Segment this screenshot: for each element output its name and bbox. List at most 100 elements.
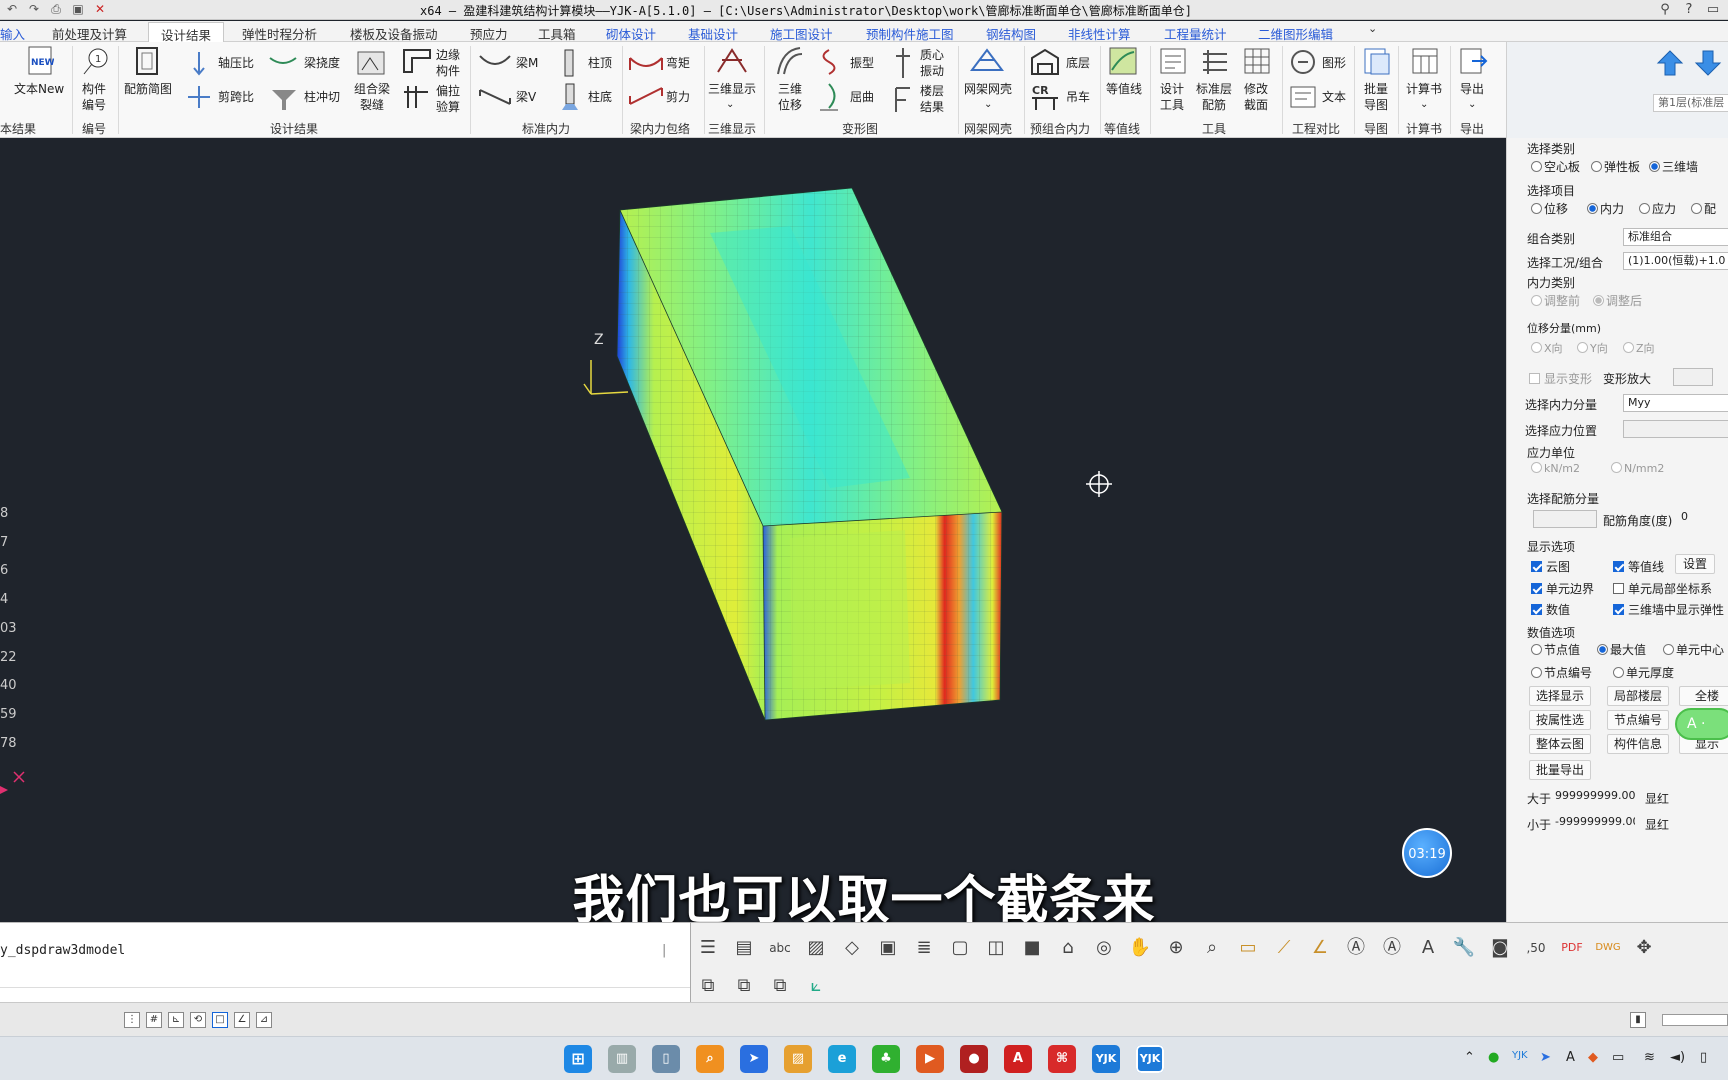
menu-prestress[interactable]: 预应力 bbox=[470, 24, 508, 43]
bottom-floor-button[interactable]: 底层 bbox=[1066, 56, 1090, 70]
edge-member-label-1[interactable]: 边缘 bbox=[436, 48, 460, 62]
ruler-icon[interactable]: ⟋ bbox=[1271, 935, 1297, 961]
force-comp-select[interactable]: Myy bbox=[1623, 394, 1728, 412]
zoom-slider[interactable] bbox=[1662, 1014, 1728, 1026]
command-scroll-icon[interactable]: | bbox=[662, 943, 666, 958]
batch-export-button[interactable]: 批量导出 bbox=[1529, 760, 1591, 780]
compare-text-button[interactable]: 文本 bbox=[1322, 90, 1346, 104]
display-3d-dropdown-icon[interactable]: ⌄ bbox=[726, 98, 734, 112]
radio-before-adjust[interactable]: 调整前 bbox=[1531, 292, 1580, 309]
radio-after-adjust[interactable]: 调整后 bbox=[1593, 292, 1642, 309]
beam-v-button[interactable]: 梁V bbox=[516, 90, 536, 104]
beam-deflection-button[interactable]: 梁挠度 bbox=[304, 56, 340, 70]
image-icon[interactable]: ▨ bbox=[803, 935, 829, 961]
list-icon[interactable]: ☰ bbox=[695, 935, 721, 961]
contour-checkbox[interactable]: 等值线 bbox=[1613, 558, 1664, 575]
settings-button[interactable]: 设置 bbox=[1675, 554, 1715, 574]
radio-elastic-slab[interactable]: 弹性板 bbox=[1591, 158, 1640, 175]
pin-icon[interactable]: ⚲ bbox=[1656, 2, 1674, 18]
wifi-icon[interactable]: ≋ bbox=[1644, 1050, 1655, 1065]
measure-icon[interactable]: ▭ bbox=[1235, 935, 1261, 961]
design-tool-label-2[interactable]: 工具 bbox=[1160, 98, 1184, 112]
yjk-icon[interactable]: YJK bbox=[1092, 1045, 1120, 1073]
mass-center-label-1[interactable]: 质心 bbox=[920, 48, 944, 62]
angle-toggle-icon[interactable]: ∠ bbox=[234, 1012, 250, 1028]
eccentric-tension-label-1[interactable]: 偏拉 bbox=[436, 84, 460, 98]
mode-shape-button[interactable]: 振型 bbox=[850, 56, 874, 70]
menu-nonlinear[interactable]: 非线性计算 bbox=[1068, 24, 1131, 43]
radio-disp-z[interactable]: Z向 bbox=[1623, 340, 1655, 356]
buckling-button[interactable]: 屈曲 bbox=[850, 90, 874, 104]
deform-scale-input[interactable] bbox=[1673, 368, 1713, 386]
contour-button[interactable]: 等值线 bbox=[1106, 82, 1142, 96]
component-number-label-1[interactable]: 构件 bbox=[82, 82, 106, 96]
std-floor-rebar-label-2[interactable]: 配筋 bbox=[1202, 98, 1226, 112]
cube-solid-icon[interactable]: ■ bbox=[1019, 935, 1045, 961]
track-toggle-icon[interactable]: ⊿ bbox=[256, 1012, 272, 1028]
menu-design-result[interactable]: 设计结果 bbox=[148, 22, 225, 43]
menu-drawing[interactable]: 施工图设计 bbox=[770, 24, 833, 43]
export-dropdown-icon[interactable]: ⌄ bbox=[1468, 98, 1476, 112]
design-tool-label-1[interactable]: 设计 bbox=[1160, 82, 1184, 96]
rebar-sketch-button[interactable]: 配筋简图 bbox=[124, 82, 172, 96]
show-deform-checkbox[interactable]: 显示变形 bbox=[1529, 370, 1592, 387]
command-input[interactable] bbox=[0, 989, 690, 1003]
object-snap-icon[interactable]: □ bbox=[212, 1012, 228, 1028]
house-icon[interactable]: ⌂ bbox=[1055, 935, 1081, 961]
values-checkbox[interactable]: 数值 bbox=[1531, 601, 1570, 618]
save-as-icon[interactable]: ▣ bbox=[70, 2, 86, 17]
record-app-icon[interactable]: ● bbox=[960, 1045, 988, 1073]
text-new-button[interactable]: 文本New bbox=[14, 82, 64, 96]
copy-layer-icon[interactable]: ▣ bbox=[875, 935, 901, 961]
axial-ratio-button[interactable]: 轴压比 bbox=[218, 56, 254, 70]
floor-result-label-2[interactable]: 结果 bbox=[920, 100, 944, 114]
wechat-tray-icon[interactable]: ● bbox=[1488, 1050, 1499, 1065]
menu-2d-edit[interactable]: 二维图形编辑 bbox=[1258, 24, 1333, 43]
radio-disp-y[interactable]: Y向 bbox=[1577, 340, 1608, 356]
grid-shell-button[interactable]: 网架网壳 bbox=[964, 82, 1012, 96]
elem-border-checkbox[interactable]: 单元边界 bbox=[1531, 580, 1594, 597]
move-axis-icon[interactable]: ✥ bbox=[1631, 935, 1657, 961]
column-bottom-button[interactable]: 柱底 bbox=[588, 90, 612, 104]
zoom-window-icon[interactable]: ⊕ bbox=[1163, 935, 1189, 961]
less-input[interactable]: -999999999.000 bbox=[1551, 814, 1635, 832]
menu-masonry[interactable]: 砌体设计 bbox=[606, 24, 656, 43]
column-punch-button[interactable]: 柱冲切 bbox=[304, 90, 340, 104]
radio-kn-m2[interactable]: kN/m2 bbox=[1531, 462, 1580, 475]
menu-quantity[interactable]: 工程量统计 bbox=[1164, 24, 1227, 43]
radio-n-mm2[interactable]: N/mm2 bbox=[1611, 462, 1664, 475]
yjk-active-icon[interactable]: YJK bbox=[1136, 1045, 1164, 1073]
doc-view-icon[interactable]: ▤ bbox=[731, 935, 757, 961]
file-manager-icon[interactable]: ▯ bbox=[652, 1045, 680, 1073]
calc-book-dropdown-icon[interactable]: ⌄ bbox=[1420, 98, 1428, 112]
all-floor-button[interactable]: 全楼 bbox=[1679, 686, 1728, 706]
display-3d-button[interactable]: 三维显示 bbox=[708, 82, 756, 96]
redo-icon[interactable]: ↷ bbox=[26, 2, 42, 17]
deform-3d-label-1[interactable]: 三维 bbox=[778, 82, 802, 96]
modify-section-label-1[interactable]: 修改 bbox=[1244, 82, 1268, 96]
radio-internal-force[interactable]: 内力 bbox=[1587, 200, 1624, 217]
app-tray-icon[interactable]: ◆ bbox=[1588, 1050, 1598, 1065]
polar-toggle-icon[interactable]: ⟲ bbox=[190, 1012, 206, 1028]
select-by-attr-button[interactable]: 按属性选 bbox=[1529, 710, 1591, 730]
menu-steel[interactable]: 钢结构图 bbox=[986, 24, 1036, 43]
composite-beam-label-1[interactable]: 组合梁 bbox=[354, 82, 390, 96]
axis-icon[interactable]: ⟀ bbox=[803, 973, 829, 999]
undo-icon[interactable]: ↶ bbox=[4, 2, 20, 17]
export-button[interactable]: 导出 bbox=[1460, 82, 1484, 96]
deform-3d-label-2[interactable]: 位移 bbox=[778, 98, 802, 112]
floor-up-icon[interactable] bbox=[1655, 48, 1685, 78]
dwg-export-icon[interactable]: DWG bbox=[1595, 935, 1621, 961]
pan-hand-icon[interactable]: ✋ bbox=[1127, 935, 1153, 961]
stress-pos-select[interactable] bbox=[1623, 420, 1728, 438]
radio-node-number[interactable]: 节点编号 bbox=[1531, 664, 1592, 681]
rebar-angle-value[interactable]: 0 bbox=[1681, 510, 1688, 523]
abc-icon[interactable]: abc bbox=[767, 935, 793, 961]
cloud-checkbox[interactable]: 云图 bbox=[1531, 558, 1570, 575]
copy-doc-icon[interactable]: ⧉ bbox=[695, 973, 721, 999]
tray-chevron-icon[interactable]: ⌃ bbox=[1464, 1050, 1475, 1065]
eccentric-tension-label-2[interactable]: 验算 bbox=[436, 100, 460, 114]
bending-button[interactable]: 弯矩 bbox=[666, 56, 690, 70]
feishu-icon[interactable]: ➤ bbox=[740, 1045, 768, 1073]
std-floor-rebar-label-1[interactable]: 标准层 bbox=[1196, 82, 1232, 96]
